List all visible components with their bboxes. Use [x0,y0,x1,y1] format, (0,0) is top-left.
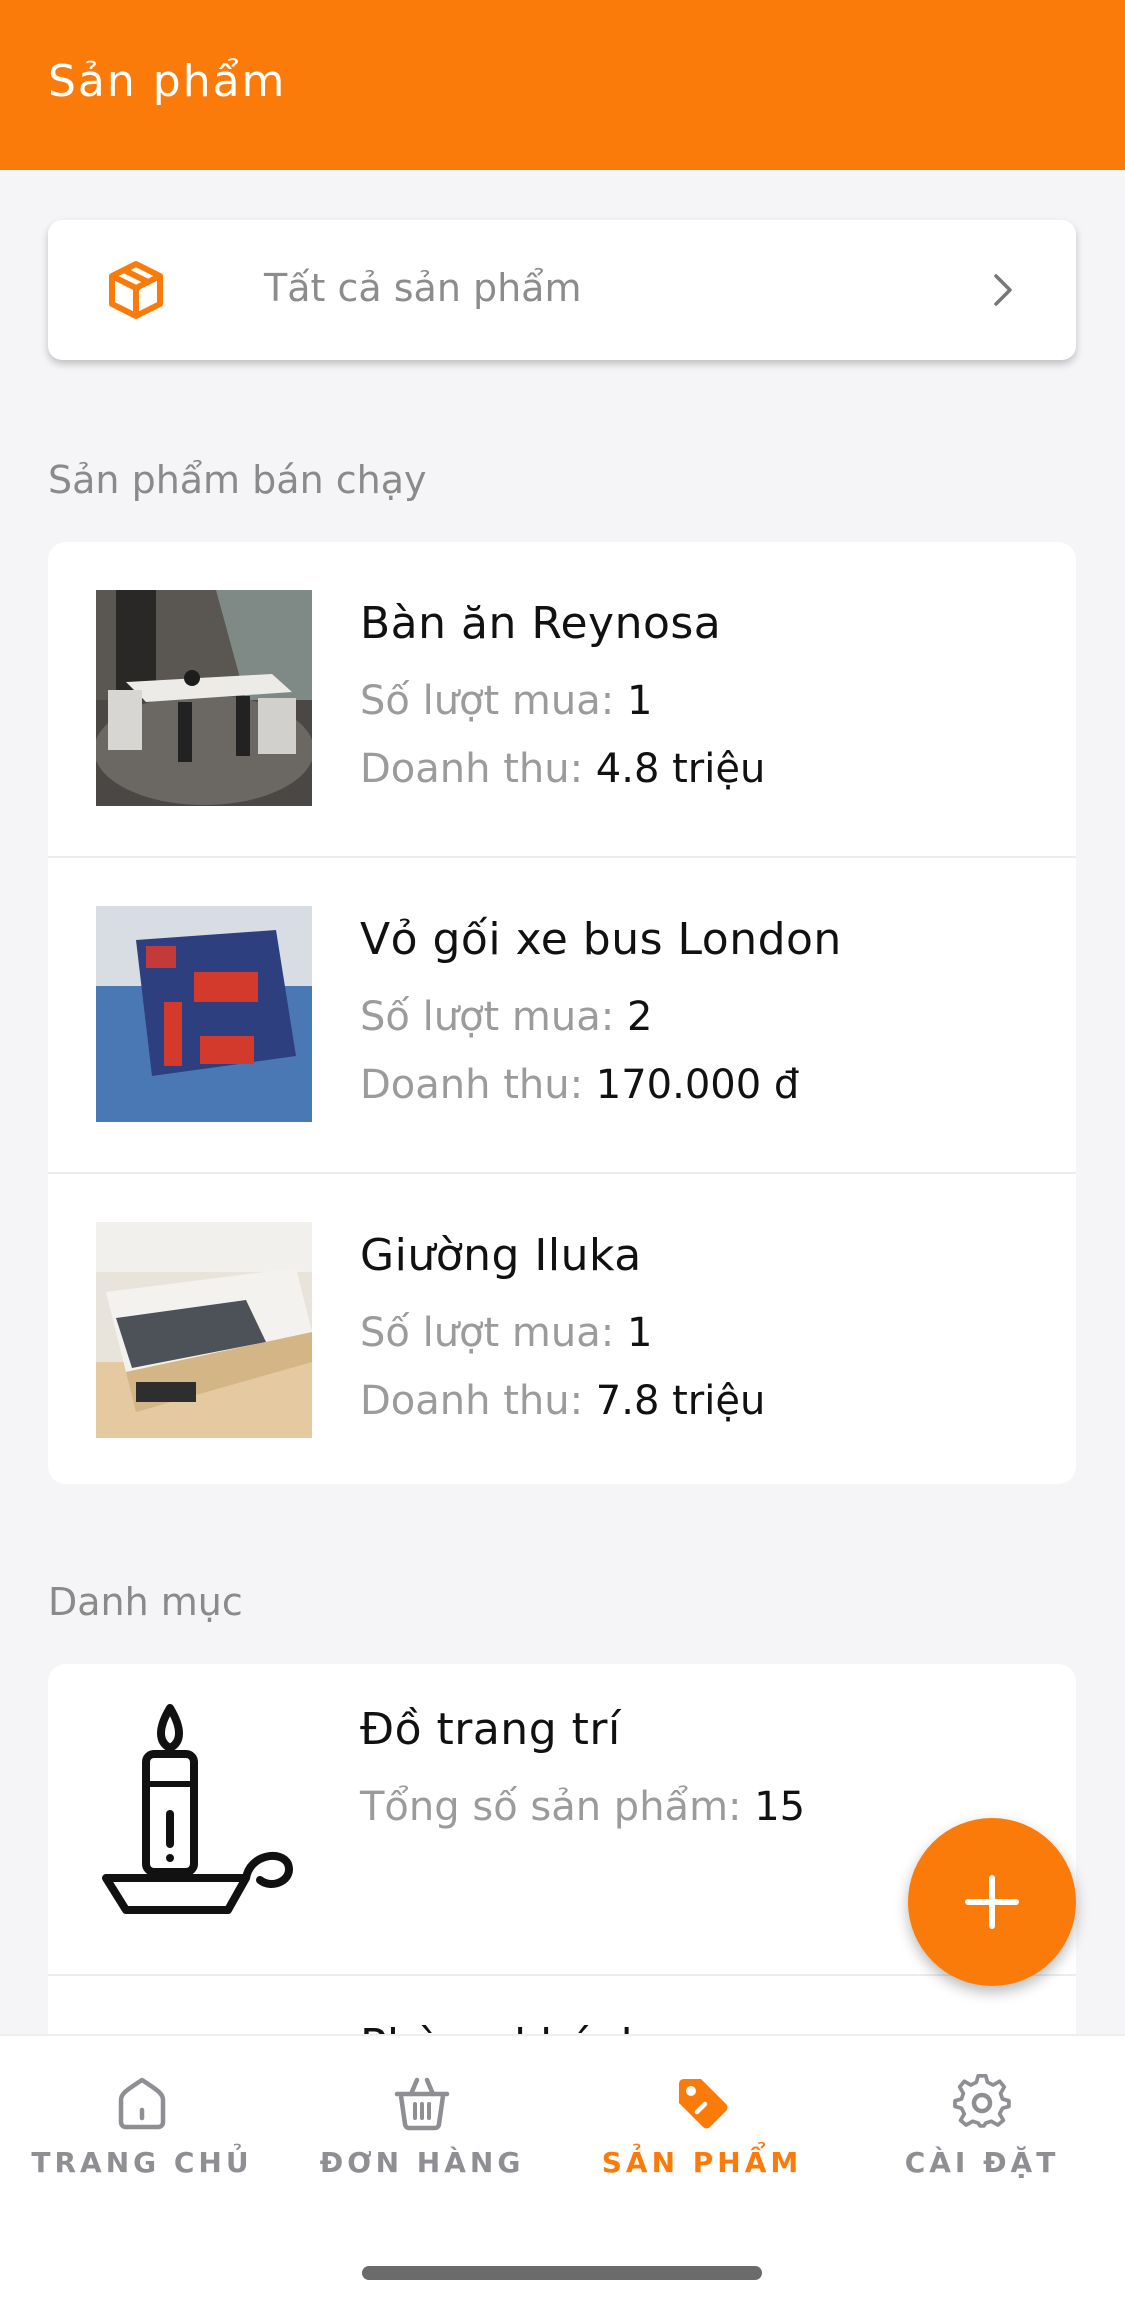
revenue-text: Doanh thu: 170.000 đ [360,1062,800,1108]
tab-orders[interactable]: ĐƠN HÀNG [282,2074,562,2204]
product-image [96,906,312,1122]
list-item[interactable]: Giường Iluka Số lượt mua: 1 Doanh thu: 7… [48,1174,1076,1484]
app-header: Sản phẩm [0,0,1125,170]
all-products-label: Tất cả sản phẩm [264,266,582,310]
list-item[interactable]: Bàn ăn Reynosa Số lượt mua: 1 Doanh thu:… [48,542,1076,856]
product-name: Giường Iluka [360,1230,642,1281]
tab-label: ĐƠN HÀNG [319,2146,525,2179]
product-image [96,1222,312,1438]
home-indicator [362,2266,762,2280]
tab-label: CÀI ĐẶT [904,2146,1060,2179]
gear-icon [953,2074,1011,2128]
product-name: Vỏ gối xe bus London [360,914,842,965]
category-total-text: Tổng số sản phẩm: 15 [360,1784,806,1830]
all-products-button[interactable]: Tất cả sản phẩm [48,220,1076,360]
bestsellers-title: Sản phẩm bán chạy [48,458,427,502]
tab-settings[interactable]: CÀI ĐẶT [842,2074,1122,2204]
purchases-text: Số lượt mua: 1 [360,678,653,724]
category-name: Đồ trang trí [360,1704,621,1755]
categories-title: Danh mục [48,1580,243,1624]
bestsellers-list: Bàn ăn Reynosa Số lượt mua: 1 Doanh thu:… [48,542,1076,1484]
revenue-text: Doanh thu: 4.8 triệu [360,746,766,792]
tab-label: TRANG CHỦ [31,2146,253,2179]
add-button[interactable] [908,1818,1076,1986]
product-name: Bàn ăn Reynosa [360,598,722,649]
product-image [96,590,312,806]
page-title: Sản phẩm [48,56,287,107]
home-icon [118,2077,166,2130]
box-icon [109,261,163,319]
plus-icon [965,1875,1019,1929]
list-item[interactable]: Vỏ gối xe bus London Số lượt mua: 2 Doan… [48,858,1076,1172]
tab-label: SẢN PHẨM [601,2146,803,2179]
tab-home[interactable]: TRANG CHỦ [2,2074,282,2204]
candle-icon [102,1704,293,1914]
purchases-text: Số lượt mua: 1 [360,1310,653,1356]
revenue-text: Doanh thu: 7.8 triệu [360,1378,766,1424]
basket-icon [394,2077,450,2131]
tag-icon [679,2079,728,2129]
tab-products[interactable]: SẢN PHẨM [562,2074,842,2204]
chevron-right-icon [994,274,1012,306]
purchases-text: Số lượt mua: 2 [360,994,653,1040]
